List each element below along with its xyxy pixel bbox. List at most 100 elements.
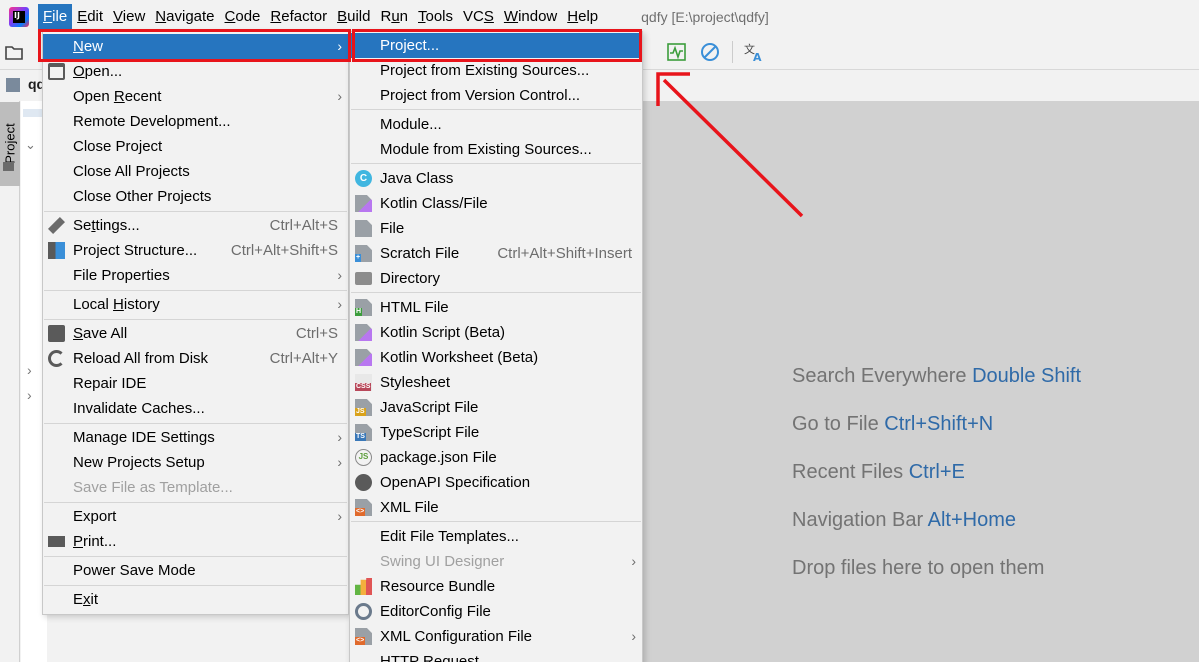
- menu-item-invalidate-caches[interactable]: Invalidate Caches...: [43, 396, 348, 421]
- menu-item-open[interactable]: Open...: [43, 59, 348, 84]
- menu-item-stylesheet[interactable]: CSS Stylesheet: [350, 370, 642, 395]
- chevron-right-icon: ›: [337, 267, 342, 283]
- project-folder-icon: [6, 78, 20, 92]
- menu-separator: [44, 556, 347, 557]
- editor-hint: Search Everywhere Double Shift: [792, 365, 1081, 388]
- nodejs-icon: JS: [355, 449, 372, 466]
- menu-item-label: package.json File: [380, 449, 497, 466]
- menu-navigate[interactable]: Navigate: [150, 4, 219, 30]
- menu-run[interactable]: Run: [375, 4, 413, 30]
- menu-item-label: Remote Development...: [73, 113, 231, 130]
- menu-item-print[interactable]: Print...: [43, 529, 348, 554]
- menu-item-module[interactable]: Module...: [350, 112, 642, 137]
- menu-item-settings[interactable]: Settings... Ctrl+Alt+S: [43, 213, 348, 238]
- chevron-right-icon: ›: [337, 508, 342, 524]
- ts-file-icon: TS: [355, 424, 372, 441]
- menu-item-label: Kotlin Worksheet (Beta): [380, 349, 539, 366]
- menu-item-label: Manage IDE Settings: [73, 429, 215, 446]
- menu-item-directory[interactable]: Directory: [350, 266, 642, 291]
- menu-item-close-other-projects[interactable]: Close Other Projects: [43, 184, 348, 209]
- chevron-right-icon[interactable]: ›: [27, 362, 32, 378]
- menu-item-java-class[interactable]: C Java Class: [350, 166, 642, 191]
- menu-item-openapi-specification[interactable]: OpenAPI Specification: [350, 470, 642, 495]
- menu-item-remote-development[interactable]: Remote Development...: [43, 109, 348, 134]
- menu-separator: [44, 585, 347, 586]
- menu-separator: [44, 502, 347, 503]
- menu-item-kotlin-worksheet-beta[interactable]: Kotlin Worksheet (Beta): [350, 345, 642, 370]
- menu-item-export[interactable]: Export ›: [43, 504, 348, 529]
- menu-item-file-properties[interactable]: File Properties ›: [43, 263, 348, 288]
- menu-item-html-file[interactable]: H HTML File: [350, 295, 642, 320]
- menu-item-save-all[interactable]: Save All Ctrl+S: [43, 321, 348, 346]
- menu-item-resource-bundle[interactable]: Resource Bundle: [350, 574, 642, 599]
- menu-item-close-all-projects[interactable]: Close All Projects: [43, 159, 348, 184]
- menu-item-editorconfig-file[interactable]: EditorConfig File: [350, 599, 642, 624]
- kotlin-file-icon: [355, 195, 372, 212]
- menu-item-http-request[interactable]: HTTP Request: [350, 649, 642, 662]
- menu-item-project-from-version-control[interactable]: Project from Version Control...: [350, 83, 642, 108]
- menu-item-scratch-file[interactable]: + Scratch File Ctrl+Alt+Shift+Insert: [350, 241, 642, 266]
- shortcut-label: Ctrl+Alt+Shift+S: [230, 242, 338, 259]
- menu-item-manage-ide-settings[interactable]: Manage IDE Settings ›: [43, 425, 348, 450]
- project-tool-tab[interactable]: Project: [0, 102, 20, 186]
- menu-item-label: Power Save Mode: [73, 562, 196, 579]
- menu-item-label: XML File: [380, 499, 439, 516]
- menu-window[interactable]: Window: [499, 4, 562, 30]
- menu-edit[interactable]: Edit: [72, 4, 108, 30]
- menu-item-file[interactable]: File: [350, 216, 642, 241]
- menu-tools[interactable]: Tools: [413, 4, 458, 30]
- menu-item-label: Settings...: [73, 217, 140, 234]
- menu-item-reload-all-from-disk[interactable]: Reload All from Disk Ctrl+Alt+Y: [43, 346, 348, 371]
- menu-item-xml-configuration-file[interactable]: <> XML Configuration File ›: [350, 624, 642, 649]
- menu-item-xml-file[interactable]: <> XML File: [350, 495, 642, 520]
- menu-view[interactable]: View: [108, 4, 150, 30]
- menu-help[interactable]: Help: [562, 4, 603, 30]
- menu-item-label: Local History: [73, 296, 160, 313]
- stop-disabled-icon[interactable]: [699, 41, 721, 63]
- menu-item-javascript-file[interactable]: JS JavaScript File: [350, 395, 642, 420]
- highlight-project: [352, 29, 642, 62]
- shortcut-label: Ctrl+Alt+S: [269, 217, 338, 234]
- hint-text: Navigation Bar: [792, 509, 924, 531]
- menu-item-label: Exit: [73, 591, 99, 608]
- menu-build[interactable]: Build: [332, 4, 375, 30]
- menu-item-project-structure[interactable]: Project Structure... Ctrl+Alt+Shift+S: [43, 238, 348, 263]
- menu-file[interactable]: File: [38, 3, 73, 30]
- chevron-right-icon[interactable]: ›: [27, 387, 32, 403]
- chevron-right-icon: ›: [631, 628, 636, 644]
- menu-item-open-recent[interactable]: Open Recent ›: [43, 84, 348, 109]
- menu-code[interactable]: Code: [220, 4, 266, 30]
- menu-vcs[interactable]: VCS: [458, 4, 499, 30]
- chevron-right-icon: ›: [337, 454, 342, 470]
- menu-item-module-from-existing-sources[interactable]: Module from Existing Sources...: [350, 137, 642, 162]
- menu-item-label: TypeScript File: [380, 424, 480, 441]
- menu-separator: [351, 163, 641, 164]
- menu-item-power-save-mode[interactable]: Power Save Mode: [43, 558, 348, 583]
- hint-text: Recent Files: [792, 461, 904, 483]
- menu-item-kotlin-class-file[interactable]: Kotlin Class/File: [350, 191, 642, 216]
- menu-item-label: Project from Existing Sources...: [380, 62, 590, 79]
- menu-item-label: Module from Existing Sources...: [380, 141, 592, 158]
- editorconfig-icon: [355, 603, 372, 620]
- menu-item-exit[interactable]: Exit: [43, 587, 348, 612]
- menu-item-close-project[interactable]: Close Project: [43, 134, 348, 159]
- chevron-down-icon[interactable]: ⌄: [25, 137, 36, 153]
- menu-item-local-history[interactable]: Local History ›: [43, 292, 348, 317]
- menu-item-package-json-file[interactable]: JS package.json File: [350, 445, 642, 470]
- menu-item-label: OpenAPI Specification: [380, 474, 531, 491]
- menu-item-label: Export: [73, 508, 117, 525]
- menu-separator: [351, 521, 641, 522]
- menu-refactor[interactable]: Refactor: [265, 4, 332, 30]
- translate-icon[interactable]: 文 A: [743, 41, 765, 63]
- menu-item-label: Module...: [380, 116, 442, 133]
- profiler-icon[interactable]: [666, 41, 688, 63]
- menu-item-label: Kotlin Class/File: [380, 195, 488, 212]
- menu-item-edit-file-templates[interactable]: Edit File Templates...: [350, 524, 642, 549]
- menu-item-label: Stylesheet: [380, 374, 451, 391]
- menu-item-new-projects-setup[interactable]: New Projects Setup ›: [43, 450, 348, 475]
- menu-item-kotlin-script-beta[interactable]: Kotlin Script (Beta): [350, 320, 642, 345]
- menu-item-typescript-file[interactable]: TS TypeScript File: [350, 420, 642, 445]
- open-folder-icon[interactable]: [4, 41, 26, 63]
- editor-hint: Recent Files Ctrl+E: [792, 461, 965, 484]
- menu-item-repair-ide[interactable]: Repair IDE: [43, 371, 348, 396]
